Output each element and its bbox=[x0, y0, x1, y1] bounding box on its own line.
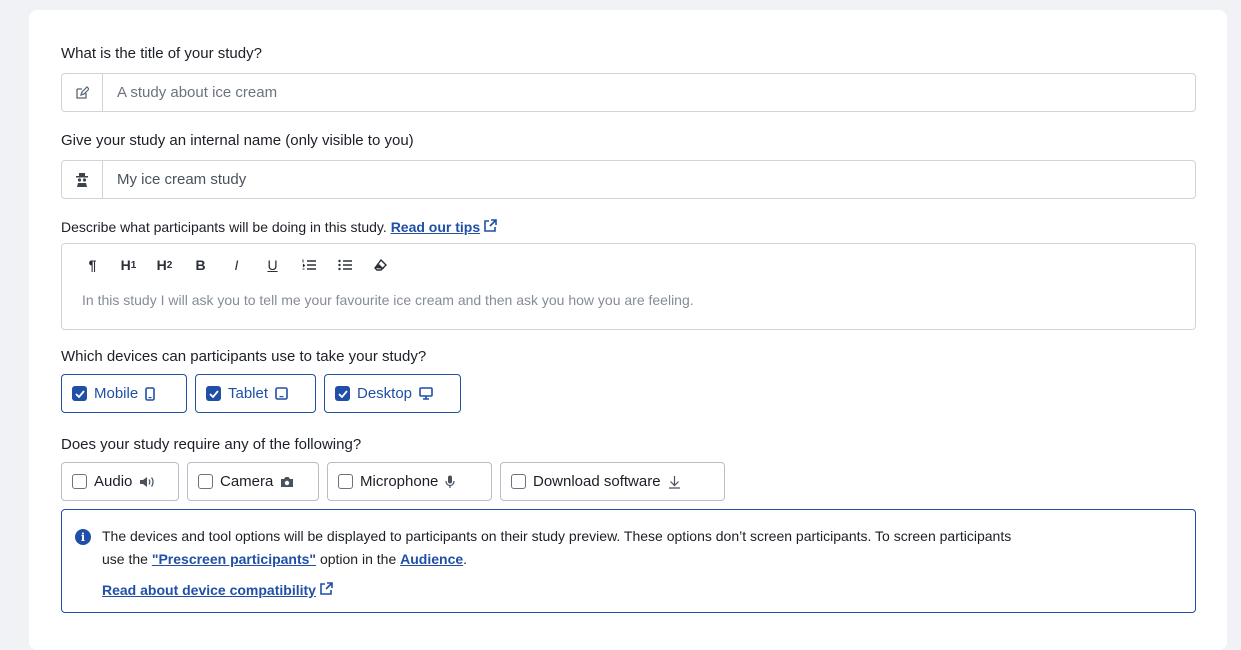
device-option-desktop[interactable]: Desktop bbox=[324, 374, 461, 413]
checkbox-unchecked-icon bbox=[198, 474, 213, 489]
requirement-option-camera[interactable]: Camera bbox=[187, 462, 319, 501]
device-option-mobile[interactable]: Mobile bbox=[61, 374, 187, 413]
edit-icon bbox=[62, 74, 103, 111]
heading1-button[interactable]: H1 bbox=[116, 256, 141, 274]
info-text-line2: use the "Prescreen participants" option … bbox=[102, 551, 467, 567]
info-icon: i bbox=[75, 529, 91, 545]
info-box: i The devices and tool options will be d… bbox=[61, 509, 1196, 613]
checkbox-checked-icon bbox=[72, 386, 87, 401]
device-option-tablet[interactable]: Tablet bbox=[195, 374, 316, 413]
requirement-label: Audio bbox=[94, 473, 133, 490]
checkbox-unchecked-icon bbox=[72, 474, 87, 489]
requirement-option-microphone[interactable]: Microphone bbox=[327, 462, 492, 501]
description-question: Describe what participants will be doing… bbox=[61, 219, 387, 235]
camera-icon bbox=[280, 476, 294, 488]
requirement-option-audio[interactable]: Audio bbox=[61, 462, 179, 501]
requirement-option-download-software[interactable]: Download software bbox=[500, 462, 725, 501]
requirement-label: Download software bbox=[533, 473, 661, 490]
spy-icon bbox=[62, 161, 103, 198]
info-text-prefix: use the bbox=[102, 551, 152, 567]
info-text-line1: The devices and tool options will be dis… bbox=[102, 528, 1012, 544]
underline-button[interactable]: U bbox=[260, 256, 285, 274]
checkbox-checked-icon bbox=[206, 386, 221, 401]
device-compatibility-link[interactable]: Read about device compatibility bbox=[102, 582, 316, 598]
device-label: Tablet bbox=[228, 385, 269, 402]
heading2-button[interactable]: H2 bbox=[152, 256, 177, 274]
device-compat-row: Read about device compatibility bbox=[102, 582, 333, 598]
editor-toolbar: ¶ H1 H2 B I U bbox=[80, 256, 404, 274]
prescreen-participants-link[interactable]: "Prescreen participants" bbox=[152, 551, 316, 567]
mobile-icon bbox=[145, 386, 155, 401]
study-title-field[interactable]: A study about ice cream bbox=[61, 73, 1196, 112]
requirement-label: Microphone bbox=[360, 473, 439, 490]
checkbox-checked-icon bbox=[335, 386, 350, 401]
checkbox-unchecked-icon bbox=[511, 474, 526, 489]
device-label: Mobile bbox=[94, 385, 139, 402]
read-tips-link[interactable]: Read our tips bbox=[391, 219, 480, 235]
study-title-question: What is the title of your study? bbox=[61, 45, 262, 62]
external-link-icon bbox=[484, 219, 497, 235]
speaker-icon bbox=[139, 476, 155, 488]
description-editor[interactable]: ¶ H1 H2 B I U In this study I will ask y… bbox=[61, 243, 1196, 330]
study-title-placeholder: A study about ice cream bbox=[117, 84, 278, 101]
desktop-icon bbox=[419, 387, 433, 400]
bold-button[interactable]: B bbox=[188, 256, 213, 274]
external-link-icon bbox=[320, 582, 333, 598]
eraser-icon[interactable] bbox=[368, 256, 393, 274]
internal-name-question: Give your study an internal name (only v… bbox=[61, 132, 414, 149]
paragraph-button[interactable]: ¶ bbox=[80, 256, 105, 274]
tablet-icon bbox=[275, 387, 288, 400]
checkbox-unchecked-icon bbox=[338, 474, 353, 489]
italic-button[interactable]: I bbox=[224, 256, 249, 274]
ordered-list-icon[interactable] bbox=[296, 256, 321, 274]
devices-question: Which devices can participants use to ta… bbox=[61, 348, 427, 365]
internal-name-field[interactable]: My ice cream study bbox=[61, 160, 1196, 199]
bullet-list-icon[interactable] bbox=[332, 256, 357, 274]
requirements-question: Does your study require any of the follo… bbox=[61, 436, 362, 453]
microphone-icon bbox=[445, 475, 455, 489]
download-icon bbox=[668, 475, 681, 489]
info-text-suffix: . bbox=[463, 551, 468, 567]
description-placeholder: In this study I will ask you to tell me … bbox=[82, 292, 694, 308]
info-text-middle: option in the bbox=[316, 551, 401, 567]
audience-link[interactable]: Audience bbox=[400, 551, 463, 567]
description-label: Describe what participants will be doing… bbox=[61, 219, 497, 235]
device-label: Desktop bbox=[357, 385, 413, 402]
internal-name-placeholder: My ice cream study bbox=[117, 171, 247, 188]
requirement-label: Camera bbox=[220, 473, 274, 490]
